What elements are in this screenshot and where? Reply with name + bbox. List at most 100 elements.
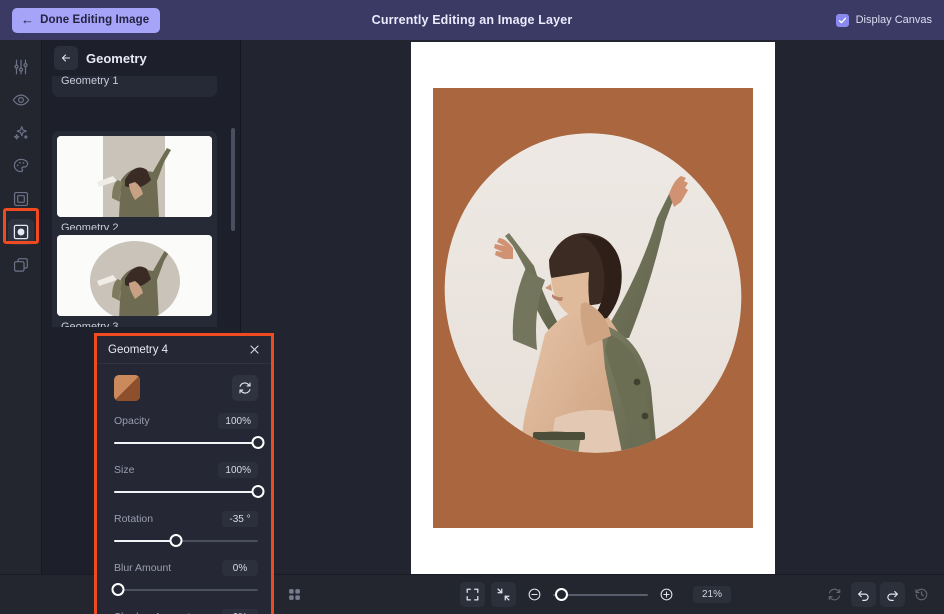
randomize-button[interactable] — [232, 375, 258, 401]
artwork-image — [433, 88, 753, 528]
slider-knob[interactable] — [252, 485, 265, 498]
adjustments-icon — [12, 58, 30, 76]
canvas-paper[interactable] — [411, 42, 775, 582]
top-toolbar: ← Done Editing Image Currently Editing a… — [0, 0, 944, 40]
list-item[interactable]: Geometry 3 — [52, 230, 217, 327]
slider-label: Rotation — [114, 513, 153, 525]
redo-icon — [885, 587, 900, 602]
slider-size-header: Size 100% — [114, 462, 258, 478]
eye-icon — [12, 91, 30, 109]
display-canvas-toggle[interactable]: Display Canvas — [836, 0, 932, 40]
bottom-right-tools — [822, 582, 934, 607]
fit-screen-icon — [465, 587, 480, 602]
rail-item-adjustments[interactable] — [0, 50, 42, 83]
artwork-layer[interactable] — [433, 88, 753, 528]
rail-item-geometry[interactable] — [0, 215, 42, 248]
slider-label: Blur Amount — [114, 562, 171, 574]
collapse-icon — [496, 587, 511, 602]
slider-value: 100% — [218, 413, 258, 429]
slider-opacity[interactable]: Opacity 100% — [97, 413, 271, 450]
geometry-icon — [12, 223, 30, 241]
thumbnail-artwork — [57, 136, 212, 217]
slider-value: -35 ° — [222, 511, 258, 527]
geometry-thumbnail — [57, 235, 212, 316]
slider-shadow-amount[interactable]: Shadow Amount 0% — [97, 609, 271, 614]
duplicate-icon — [12, 256, 30, 274]
slider-track-wrap[interactable] — [114, 534, 258, 548]
geometry-settings-panel: Geometry 4 — [97, 336, 271, 614]
slider-fill — [114, 491, 258, 493]
geometry-list[interactable]: Geometry 1 Geometry 2 — [42, 76, 241, 327]
slider-fill — [114, 540, 176, 542]
redo-button[interactable] — [880, 582, 905, 607]
zoom-out-icon — [527, 587, 542, 602]
geometry-item-label: Geometry 3 — [52, 316, 217, 327]
tool-rail — [0, 40, 42, 614]
rail-item-frame[interactable] — [0, 182, 42, 215]
checkmark-icon — [838, 16, 847, 25]
reset-icon — [827, 587, 842, 602]
zoom-level-value: 21% — [693, 586, 731, 603]
zoom-slider-knob[interactable] — [555, 588, 568, 601]
canvas-stage[interactable] — [241, 40, 944, 574]
geometry-panel-header: Geometry — [42, 40, 240, 76]
geometry-panel: Geometry Geometry 1 — [42, 40, 241, 614]
slider-label: Opacity — [114, 415, 150, 427]
rail-item-visibility[interactable] — [0, 83, 42, 116]
list-item[interactable]: Geometry 1 — [52, 76, 217, 97]
rail-item-effects[interactable] — [0, 116, 42, 149]
slider-value: 0% — [222, 609, 258, 614]
slider-rotation[interactable]: Rotation -35 ° — [97, 511, 271, 548]
slider-track-wrap[interactable] — [114, 485, 258, 499]
slider-knob[interactable] — [169, 534, 182, 547]
rail-item-color[interactable] — [0, 149, 42, 182]
slider-value: 100% — [218, 462, 258, 478]
settings-title: Geometry 4 — [108, 344, 168, 356]
zoom-in-button[interactable] — [654, 582, 679, 607]
zoom-in-icon — [659, 587, 674, 602]
sparkles-icon — [12, 124, 30, 142]
rail-item-geometry-chip — [8, 219, 34, 245]
reset-button[interactable] — [822, 582, 847, 607]
panel-scrollbar[interactable] — [231, 128, 235, 231]
fit-screen-button[interactable] — [460, 582, 485, 607]
display-canvas-label: Display Canvas — [856, 14, 932, 26]
slider-track-wrap[interactable] — [114, 583, 258, 597]
slider-blur-header: Blur Amount 0% — [114, 560, 258, 576]
slider-size[interactable]: Size 100% — [97, 462, 271, 499]
panel-back-button[interactable] — [54, 46, 78, 70]
zoom-controls: 21% — [460, 582, 731, 607]
palette-icon — [12, 157, 30, 175]
panel-title: Geometry — [86, 51, 147, 66]
image-editor-window: ← Done Editing Image Currently Editing a… — [0, 0, 944, 614]
slider-value: 0% — [222, 560, 258, 576]
slider-fill — [114, 442, 258, 444]
undo-button[interactable] — [851, 582, 876, 607]
geometry-item-label: Geometry 1 — [52, 76, 217, 93]
refresh-icon — [238, 381, 252, 395]
color-swatch[interactable] — [114, 375, 140, 401]
slider-rotation-header: Rotation -35 ° — [114, 511, 258, 527]
grid-button[interactable] — [282, 582, 307, 607]
rail-item-duplicate[interactable] — [0, 248, 42, 281]
thumbnail-artwork — [57, 235, 212, 316]
slider-track-wrap[interactable] — [114, 436, 258, 450]
frame-icon — [12, 190, 30, 208]
zoom-slider[interactable] — [553, 588, 648, 602]
done-editing-image-button[interactable]: ← Done Editing Image — [12, 8, 160, 33]
zoom-out-button[interactable] — [522, 582, 547, 607]
history-button[interactable] — [909, 582, 934, 607]
slider-shadow-header: Shadow Amount 0% — [114, 609, 258, 614]
display-canvas-checkbox[interactable] — [836, 14, 849, 27]
grid-icon — [287, 587, 302, 602]
slider-knob[interactable] — [112, 583, 125, 596]
undo-icon — [856, 587, 871, 602]
list-item[interactable]: Geometry 2 — [52, 131, 217, 240]
slider-blur-amount[interactable]: Blur Amount 0% — [97, 560, 271, 597]
arrow-left-icon — [60, 52, 72, 64]
close-button[interactable] — [248, 343, 261, 356]
slider-knob[interactable] — [252, 436, 265, 449]
slider-label: Size — [114, 464, 134, 476]
actual-size-button[interactable] — [491, 582, 516, 607]
slider-opacity-header: Opacity 100% — [114, 413, 258, 429]
